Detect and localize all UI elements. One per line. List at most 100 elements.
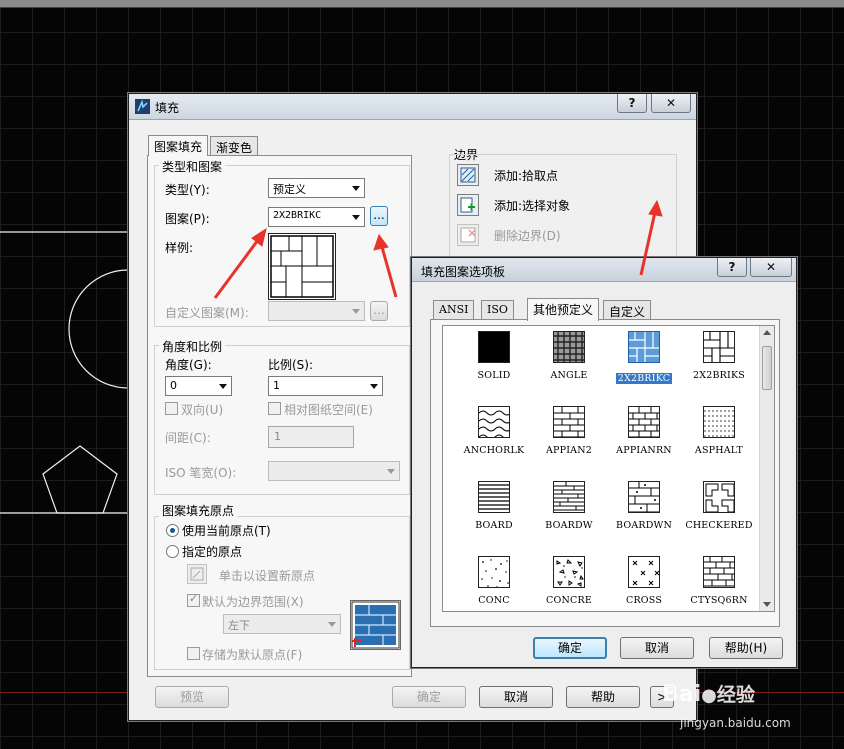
pattern-swatch-boardwn[interactable]: BOARDWN — [609, 481, 679, 531]
anchor-lock-icon — [478, 406, 510, 438]
palette-help-button[interactable]: ? — [717, 258, 747, 277]
pattern-swatch-appian2[interactable]: APPIAN2 — [534, 406, 604, 456]
pattern-swatch-board[interactable]: BOARD — [459, 481, 529, 531]
specified-origin-label: 指定的原点 — [182, 545, 243, 559]
tab-gradient[interactable]: 渐变色 — [210, 136, 259, 156]
preview-label: 预览 — [179, 690, 204, 704]
pattern-swatch-label: ASPHALT — [684, 442, 754, 456]
type-select[interactable]: 预定义 — [268, 178, 365, 198]
tab-other-predefined[interactable]: 其他预定义 — [527, 298, 600, 321]
custom-pattern-select[interactable] — [268, 301, 365, 321]
tab-ansi[interactable]: ANSI — [433, 300, 475, 320]
paw-icon: ● — [701, 685, 717, 706]
pattern-swatch-label: CROSS — [609, 592, 679, 606]
pattern-swatch-2x2briks[interactable]: 2X2BRIKS — [684, 331, 754, 381]
pattern-swatch-label: 2X2BRIKS — [684, 367, 754, 381]
add-pick-point-button[interactable] — [457, 164, 479, 186]
pattern-swatch-ctysq6rn[interactable]: CTYSQ6RN — [684, 556, 754, 606]
pattern-swatch-checkered[interactable]: CHECKERED — [684, 481, 754, 531]
pattern-scrollbar[interactable] — [759, 326, 774, 611]
appian-running-icon — [628, 406, 660, 438]
pattern-swatch-asphalt[interactable]: ASPHALT — [684, 406, 754, 456]
tab-iso[interactable]: ISO — [481, 300, 514, 320]
iso-width-select[interactable] — [268, 461, 400, 481]
pattern-name: BOARDWN — [615, 520, 673, 531]
palette-title: 填充图案选项板 — [421, 265, 506, 279]
spacing-label: 间距(C): — [165, 431, 211, 445]
pattern-swatch-anchorlk[interactable]: ANCHORLK — [459, 406, 529, 456]
pattern-select[interactable]: 2X2BRIKC — [268, 207, 365, 227]
sample-label: 样例: — [165, 241, 194, 255]
pattern-swatch-label: BOARD — [459, 517, 529, 531]
main-cancel-button[interactable]: 取消 — [479, 686, 553, 708]
pattern-swatch-cross[interactable]: CROSS — [609, 556, 679, 606]
remove-boundary-button[interactable] — [457, 224, 479, 246]
default-extent-checkbox[interactable] — [187, 592, 200, 607]
scale-select[interactable]: 1 — [268, 376, 383, 396]
double-checkbox[interactable] — [165, 402, 178, 415]
tab-hatch-label: 图案填充 — [154, 140, 203, 154]
help-caption-button[interactable]: ? — [617, 94, 647, 113]
custom-browse-button[interactable]: ... — [370, 301, 388, 321]
palette-cancel-button[interactable]: 取消 — [620, 637, 694, 659]
baidu-watermark: Bai●经验 — [662, 680, 755, 707]
specified-origin-radio[interactable] — [166, 545, 179, 558]
origin-group-title: 图案填充原点 — [159, 502, 238, 519]
chevron-down-icon — [328, 622, 336, 627]
pattern-swatch-conc[interactable]: CONC — [459, 556, 529, 606]
palette-titlebar[interactable]: 填充图案选项板 ? ✕ — [412, 258, 796, 282]
angle-select[interactable]: 0 — [165, 376, 232, 396]
pattern-swatch-solid[interactable]: SOLID — [459, 331, 529, 381]
main-help-button[interactable]: 帮助 — [566, 686, 640, 708]
pattern-swatch-angle[interactable]: ANGLE — [534, 331, 604, 381]
tab-gradient-label: 渐变色 — [216, 141, 253, 155]
set-origin-button[interactable] — [187, 564, 207, 584]
scroll-down-icon[interactable] — [763, 602, 771, 607]
pattern-name: 2X2BRIKC — [615, 373, 673, 384]
brick-2x2-icon — [628, 331, 660, 363]
scroll-thumb[interactable] — [762, 346, 772, 390]
remove-boundary-icon — [460, 227, 476, 243]
palette-ok-button[interactable]: 确定 — [533, 637, 607, 659]
palette-close-button[interactable]: ✕ — [750, 258, 792, 277]
preview-button[interactable]: 预览 — [155, 686, 229, 708]
pattern-name: CONC — [478, 595, 510, 606]
pattern-name: BOARD — [475, 520, 513, 531]
board-weave-n-icon — [628, 481, 660, 513]
add-select-objects-label[interactable]: 添加:选择对象 — [494, 197, 570, 214]
pattern-swatch-boardw[interactable]: BOARDW — [534, 481, 604, 531]
origin-position-select[interactable]: 左下 — [223, 614, 341, 634]
custom-pattern-label: 自定义图案(M): — [165, 306, 249, 320]
palette-help-button-footer[interactable]: 帮助(H) — [709, 637, 783, 659]
add-pick-point-label[interactable]: 添加:拾取点 — [494, 167, 558, 184]
pattern-swatch-label: BOARDWN — [609, 517, 679, 531]
angle-scale-group-title: 角度和比例 — [159, 338, 226, 355]
chevron-down-icon — [219, 384, 227, 389]
appian-brick-icon — [553, 406, 585, 438]
pattern-sample-preview[interactable] — [268, 233, 336, 300]
use-current-origin-radio[interactable] — [166, 524, 179, 537]
default-extent-label: 默认为边界范围(X) — [202, 595, 304, 609]
pattern-swatch-label: APPIANRN — [609, 442, 679, 456]
pattern-swatch-2x2brikc[interactable]: 2X2BRIKC — [609, 331, 679, 384]
main-ok-button[interactable]: 确定 — [392, 686, 466, 708]
pattern-swatch-label: APPIAN2 — [534, 442, 604, 456]
pattern-swatch-label: 2X2BRIKC — [609, 367, 679, 384]
hatch-dialog-titlebar[interactable]: 填充 ? ✕ — [129, 94, 696, 120]
pattern-swatch-concre[interactable]: CONCRE — [534, 556, 604, 606]
spacing-input[interactable]: 1 — [268, 426, 354, 448]
store-default-checkbox[interactable] — [187, 647, 200, 660]
tab-custom[interactable]: 自定义 — [603, 300, 652, 320]
relative-paper-checkbox[interactable] — [268, 402, 281, 415]
pattern-swatch-appianrn[interactable]: APPIANRN — [609, 406, 679, 456]
angle-grid-icon — [553, 331, 585, 363]
add-select-objects-button[interactable] — [457, 194, 479, 216]
pick-point-icon — [460, 167, 476, 183]
tab-hatch[interactable]: 图案填充 — [148, 135, 209, 156]
close-caption-button[interactable]: ✕ — [651, 94, 691, 113]
scroll-up-icon[interactable] — [763, 330, 771, 335]
pattern-swatch-label: CHECKERED — [684, 517, 754, 531]
hatch-app-icon — [135, 99, 150, 114]
pattern-browse-button[interactable]: ... — [370, 206, 388, 226]
palette-cancel-label: 取消 — [644, 641, 669, 655]
